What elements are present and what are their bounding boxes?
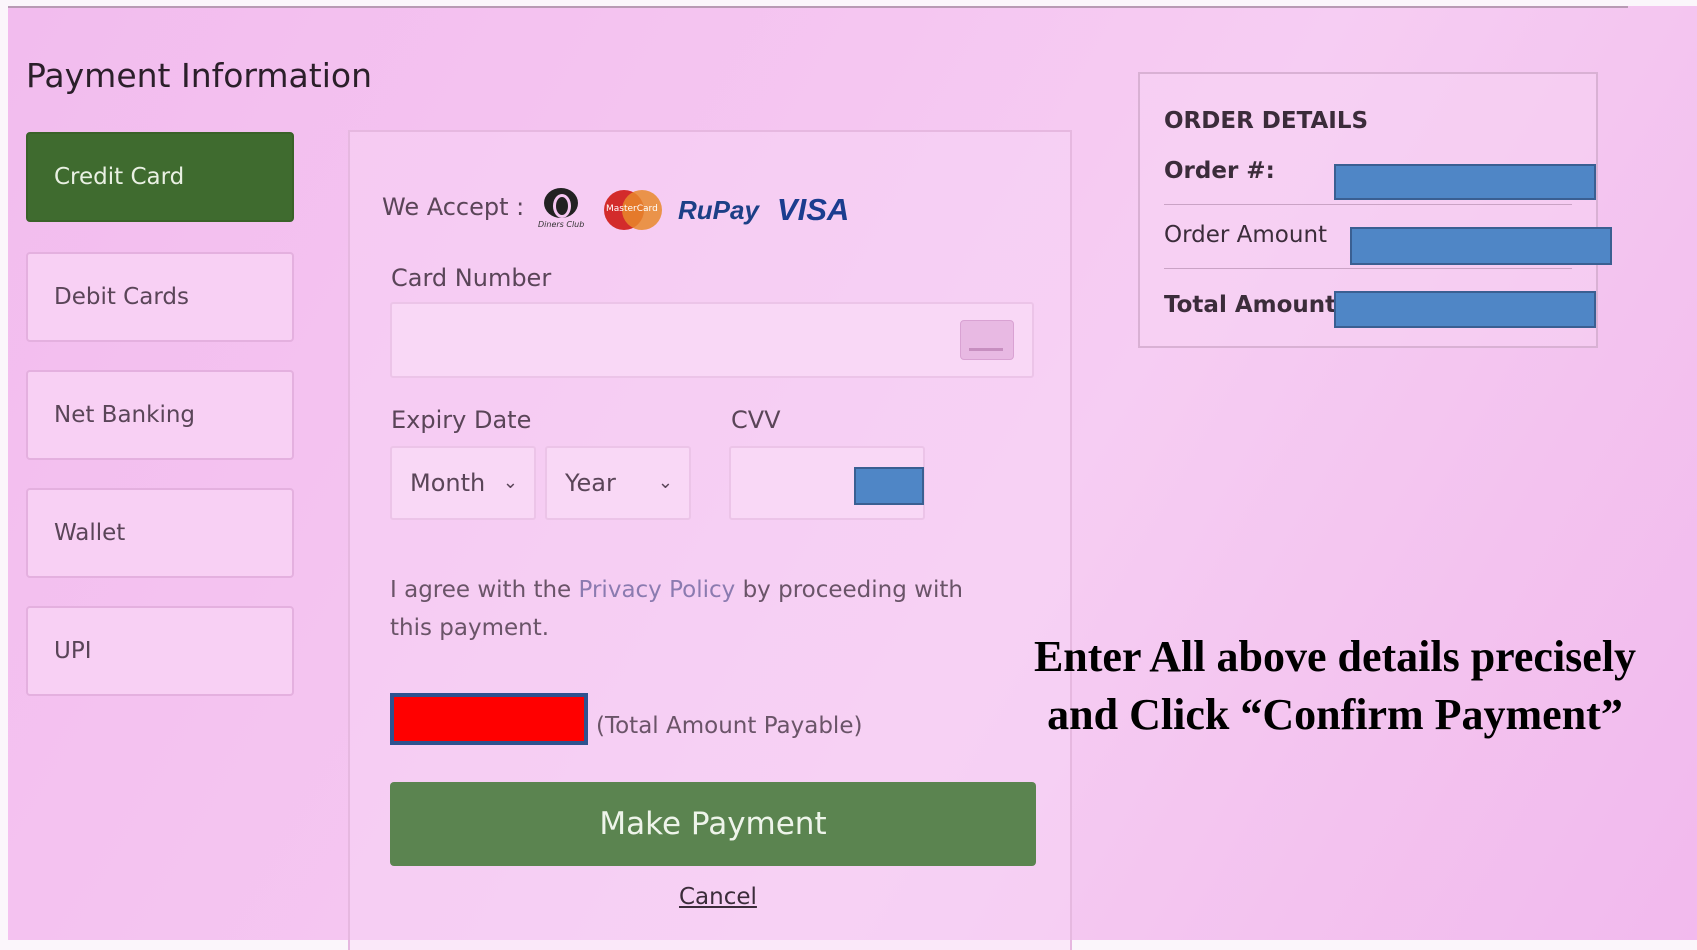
credit-card-icon xyxy=(960,320,1014,360)
visa-logo: VISA xyxy=(776,192,850,227)
order-divider xyxy=(1164,268,1572,269)
instruction-line-2: and Click “Confirm Payment” xyxy=(1047,690,1623,739)
chevron-down-icon: ⌄ xyxy=(657,472,673,493)
tab-upi[interactable]: UPI xyxy=(26,606,294,696)
privacy-policy-link[interactable]: Privacy Policy xyxy=(579,577,736,603)
total-amount-redaction-box xyxy=(390,693,588,745)
tab-net-banking[interactable]: Net Banking xyxy=(26,370,294,460)
cancel-link[interactable]: Cancel xyxy=(679,884,757,910)
expiry-month-select[interactable]: Month ⌄ xyxy=(390,446,536,520)
tab-credit-card[interactable]: Credit Card xyxy=(26,132,294,222)
instruction-line-1: Enter All above details precisely xyxy=(1033,632,1637,681)
privacy-agreement-text: I agree with the Privacy Policy by proce… xyxy=(390,577,963,641)
total-amount-value-redaction-box xyxy=(1334,291,1596,328)
we-accept-label: We Accept : xyxy=(382,193,525,221)
order-details-heading: ORDER DETAILS xyxy=(1164,108,1369,134)
cvv-label: CVV xyxy=(731,406,781,434)
instruction-overlay: Enter All above details precisely and Cl… xyxy=(990,628,1680,744)
cvv-redaction-box xyxy=(854,467,924,505)
mastercard-logo: MasterCard xyxy=(604,190,662,230)
expiry-date-label: Expiry Date xyxy=(391,406,532,434)
rupay-logo: RuPay xyxy=(678,194,759,225)
tab-debit-cards[interactable]: Debit Cards xyxy=(26,252,294,342)
expiry-year-select[interactable]: Year ⌄ xyxy=(545,446,691,520)
make-payment-button[interactable]: Make Payment xyxy=(390,782,1036,866)
accepted-cards: Diners Club MasterCard RuPay VISA xyxy=(536,188,849,232)
total-amount-label: Total Amount xyxy=(1164,292,1337,318)
total-amount-payable-label: (Total Amount Payable) xyxy=(596,713,863,739)
order-amount-redaction-box xyxy=(1350,227,1612,265)
card-number-input[interactable] xyxy=(390,302,1034,378)
order-divider xyxy=(1164,204,1572,205)
chevron-down-icon: ⌄ xyxy=(502,472,518,493)
month-value: Month xyxy=(410,469,486,497)
order-number-label: Order #: xyxy=(1164,158,1275,184)
card-number-label: Card Number xyxy=(391,264,552,292)
order-number-redaction-box xyxy=(1334,164,1596,200)
page-title: Payment Information xyxy=(26,56,372,95)
year-value: Year xyxy=(565,469,616,497)
tab-wallet[interactable]: Wallet xyxy=(26,488,294,578)
order-amount-label: Order Amount xyxy=(1164,222,1328,248)
top-divider xyxy=(8,6,1628,8)
diners-club-logo: Diners Club xyxy=(536,188,586,232)
